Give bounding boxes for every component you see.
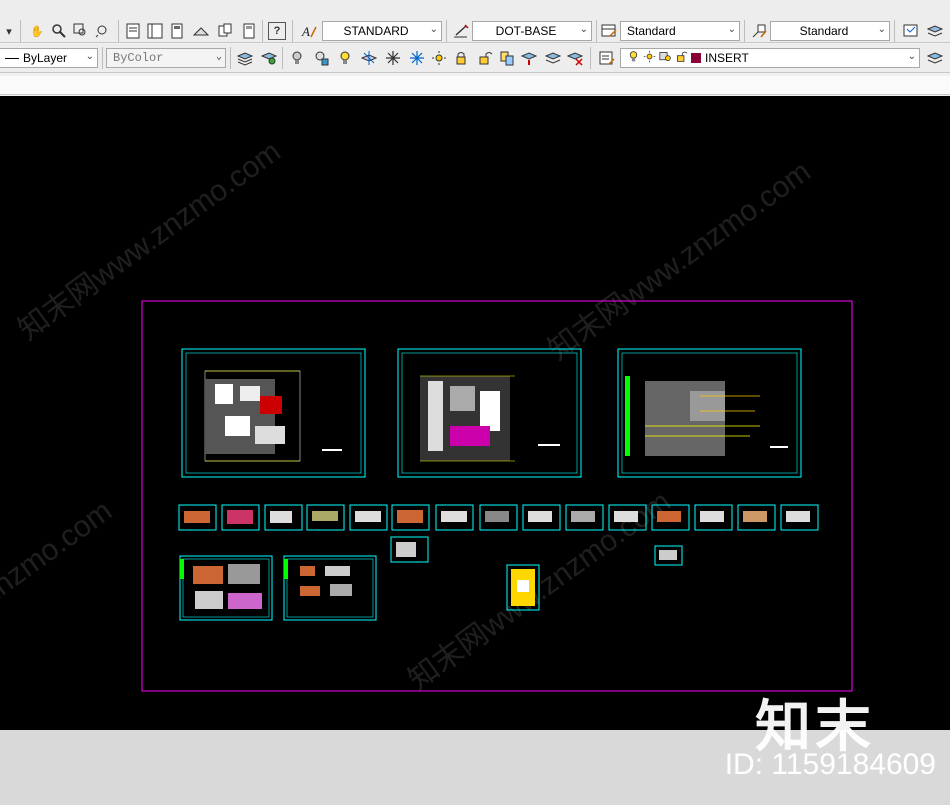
properties-toolbar: ByLayer ⌄ ByColor ⌄ INSERT ⌄ xyxy=(0,44,950,73)
layer-unlock-icon xyxy=(675,50,688,66)
layer-properties-manager-icon[interactable] xyxy=(598,49,616,67)
layer-on-bulb-icon[interactable] xyxy=(336,49,354,67)
layer-delete-icon[interactable] xyxy=(566,49,584,67)
markup-manager-icon[interactable] xyxy=(216,22,234,40)
zoom-window-icon[interactable] xyxy=(72,22,90,40)
detail-sheet-contents xyxy=(184,510,810,524)
layer-match-icon[interactable] xyxy=(498,49,516,67)
toolbar-separator xyxy=(744,20,745,42)
calculator-icon[interactable] xyxy=(240,22,258,40)
text-style-value: STANDARD xyxy=(343,24,409,38)
layer-stack-icon[interactable] xyxy=(926,22,944,40)
dropdown-arrow-icon[interactable]: ▾ xyxy=(0,22,18,40)
viewport-freeze-icon xyxy=(659,50,672,66)
color-value: ByColor xyxy=(113,51,164,65)
layer-states-icon[interactable] xyxy=(902,22,920,40)
help-icon[interactable]: ? xyxy=(268,22,286,40)
text-style-icon[interactable]: A xyxy=(300,22,318,40)
layer-off-bulb-icon[interactable] xyxy=(288,49,306,67)
section-sheet-1 xyxy=(179,555,273,621)
layer-color-swatch xyxy=(691,53,701,63)
multileader-style-icon[interactable] xyxy=(750,22,768,40)
layer-stack-icon[interactable] xyxy=(926,49,944,67)
chevron-down-icon: ⌄ xyxy=(907,51,916,62)
toolbar-separator xyxy=(292,20,293,42)
toolbar-separator xyxy=(230,47,231,69)
text-style-select[interactable]: STANDARD ⌄ xyxy=(322,21,442,41)
chevron-down-icon: ⌄ xyxy=(429,24,438,35)
sun-icon[interactable] xyxy=(430,49,448,67)
layer-lock-icon[interactable] xyxy=(452,49,470,67)
document-tab-strip xyxy=(0,76,950,95)
dimension-style-icon[interactable] xyxy=(452,22,470,40)
dimension-style-value: DOT-BASE xyxy=(495,24,557,38)
toolbar-separator xyxy=(20,20,21,42)
pan-hand-icon[interactable]: ✋ xyxy=(28,22,46,40)
layer-walk-icon[interactable] xyxy=(520,49,538,67)
zoom-realtime-icon[interactable] xyxy=(50,22,68,40)
layer-on-bulb-icon xyxy=(627,50,640,66)
toolbar-separator xyxy=(262,20,263,42)
design-center-icon[interactable] xyxy=(146,22,164,40)
floor-plan-sheet-3 xyxy=(617,348,802,478)
chevron-down-icon: ⌄ xyxy=(579,24,588,35)
table-style-value: Standard xyxy=(627,24,676,38)
chevron-down-icon: ⌄ xyxy=(215,52,222,63)
toolbar-separator xyxy=(282,47,283,69)
table-style-select[interactable]: Standard ⌄ xyxy=(620,21,740,41)
linetype-select[interactable]: ByLayer ⌄ xyxy=(0,48,98,68)
floor-plan-sheet-1 xyxy=(181,348,366,478)
layer-isolate-icon[interactable] xyxy=(312,49,330,67)
floor-plan-sheet-2 xyxy=(397,348,582,478)
layer-unlock-icon[interactable] xyxy=(476,49,494,67)
layer-previous-icon[interactable] xyxy=(260,49,278,67)
multileader-style-select[interactable]: Standard ⌄ xyxy=(770,21,890,41)
drawing-canvas[interactable]: 知末网www.znzmo.com 知末网www.znzmo.com znzmo.… xyxy=(0,96,950,730)
single-detail-sheet-a xyxy=(390,536,429,563)
freeze-other-icon[interactable] xyxy=(408,49,426,67)
toolbar-separator xyxy=(118,20,119,42)
dimension-style-select[interactable]: DOT-BASE ⌄ xyxy=(472,21,592,41)
snowflake-icon[interactable] xyxy=(384,49,402,67)
layout-border xyxy=(141,300,853,692)
tool-palettes-icon[interactable] xyxy=(168,22,186,40)
sun-icon xyxy=(643,50,656,66)
single-detail-sheet-b xyxy=(654,545,683,566)
toolbar-separator xyxy=(102,47,103,69)
cover-sheet xyxy=(506,564,540,611)
image-id-text: ID: 1159184609 xyxy=(724,748,936,781)
sheet-set-manager-icon[interactable] xyxy=(192,22,210,40)
toolbar-separator xyxy=(894,20,895,42)
toolbar-separator xyxy=(596,20,597,42)
layer-freeze-icon[interactable] xyxy=(360,49,378,67)
color-select[interactable]: ByColor ⌄ xyxy=(106,48,226,68)
chevron-down-icon: ⌄ xyxy=(877,24,886,35)
layer-merge-icon[interactable] xyxy=(544,49,562,67)
drawing-sheets xyxy=(141,300,853,692)
toolbar-separator xyxy=(446,20,447,42)
properties-icon[interactable] xyxy=(124,22,142,40)
chevron-down-icon: ⌄ xyxy=(727,24,736,35)
linetype-swatch xyxy=(5,57,19,59)
multileader-style-value: Standard xyxy=(799,24,849,38)
layer-value: INSERT xyxy=(705,51,749,65)
toolbar-separator xyxy=(590,47,591,69)
layer-select[interactable]: INSERT ⌄ xyxy=(620,48,920,68)
zoom-previous-icon[interactable] xyxy=(94,22,112,40)
chevron-down-icon: ⌄ xyxy=(85,51,94,62)
standard-toolbar: ▾ ✋ ? A STANDARD ⌄ DOT-BASE ⌄ Standard ⌄… xyxy=(0,0,950,43)
svg-text:A: A xyxy=(301,24,310,39)
layer-stack-icon[interactable] xyxy=(236,49,254,67)
section-sheet-2 xyxy=(283,555,377,621)
table-style-icon[interactable] xyxy=(600,22,618,40)
linetype-value: ByLayer xyxy=(23,51,68,65)
